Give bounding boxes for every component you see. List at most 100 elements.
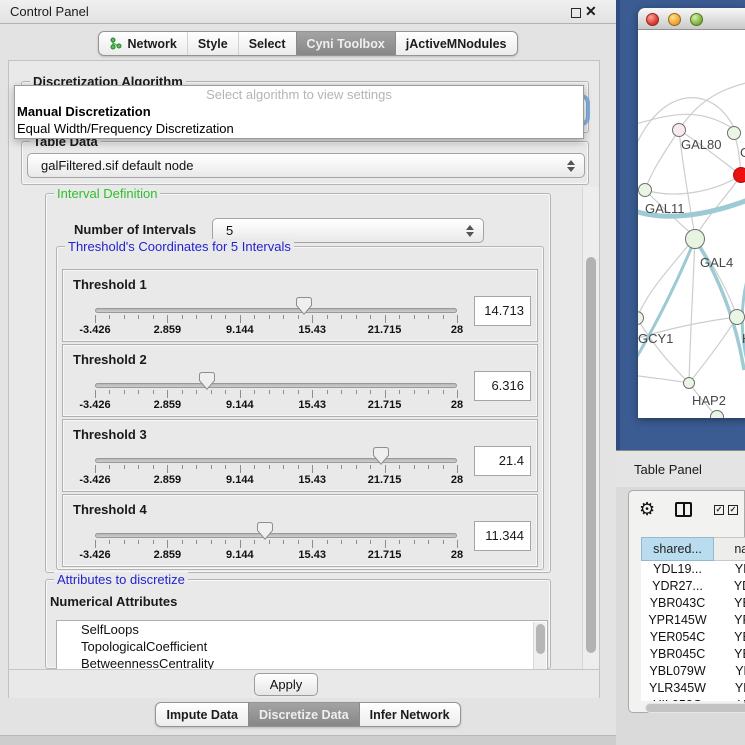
table-row[interactable]: YBR043CYBR0 — [641, 595, 745, 612]
slider-handle[interactable] — [373, 447, 389, 465]
tab-cyni-toolbox[interactable]: Cyni Toolbox — [296, 32, 395, 55]
tab-select[interactable]: Select — [238, 32, 296, 55]
list-item[interactable]: SelfLoops — [57, 621, 547, 638]
column-header-shared-name[interactable]: shared... — [641, 537, 714, 561]
slider-tick — [167, 465, 168, 473]
network-canvas[interactable]: GAL80GACGAL11GAL4GCY1HHAP2 — [638, 30, 745, 418]
network-node[interactable] — [733, 167, 745, 183]
algorithm-option-equal-width[interactable]: Equal Width/Frequency Discretization — [15, 120, 583, 137]
column-header-name[interactable]: name — [714, 537, 745, 561]
tab-infer-network[interactable]: Infer Network — [359, 703, 460, 726]
slider-tick — [95, 465, 96, 473]
network-node[interactable] — [683, 377, 695, 389]
slider-tick — [240, 540, 241, 548]
close-icon[interactable]: ✕ — [585, 3, 597, 20]
split-column-icon[interactable] — [675, 502, 692, 517]
slider-tick — [196, 465, 197, 469]
slider-tick-label: 2.859 — [139, 399, 195, 411]
network-edges — [638, 30, 745, 418]
slider-tick-label: 9.144 — [212, 399, 268, 411]
network-node[interactable] — [638, 183, 652, 197]
tab-impute-data[interactable]: Impute Data — [156, 703, 248, 726]
threshold-2-value-field[interactable]: 6.316 — [474, 371, 531, 401]
slider-tick — [414, 390, 415, 394]
network-node-label: GAL11 — [645, 201, 685, 216]
algorithm-option-manual[interactable]: Manual Discretization — [15, 103, 583, 120]
slider-tick — [182, 315, 183, 319]
apply-button[interactable]: Apply — [254, 673, 318, 696]
slider-tick-label: -3.426 — [67, 399, 123, 411]
vertical-scrollbar-thumb[interactable] — [586, 257, 596, 653]
attributes-group: Attributes to discretize Numerical Attri… — [45, 579, 551, 669]
threshold-4-slider-track[interactable] — [95, 533, 457, 538]
threshold-1-slider-track[interactable] — [95, 308, 457, 313]
network-node[interactable] — [685, 229, 705, 249]
threshold-3-slider-track[interactable] — [95, 458, 457, 463]
minimize-traffic-icon[interactable] — [668, 13, 681, 26]
network-node[interactable] — [710, 410, 724, 418]
slider-handle[interactable] — [257, 522, 273, 540]
table-cell: YBR0 — [714, 595, 745, 612]
float-window-icon[interactable] — [571, 8, 581, 18]
horizontal-scrollbar-thumb[interactable] — [646, 704, 745, 712]
slider-tick — [312, 315, 313, 323]
threshold-3-value-field[interactable]: 21.4 — [474, 446, 531, 476]
network-node[interactable] — [727, 126, 741, 140]
gear-icon[interactable]: ⚙ — [639, 499, 655, 519]
table-panel-box: ⚙ ✓ ✓ shared... name YDL19...YDL1YDR27..… — [628, 490, 745, 713]
close-traffic-icon[interactable] — [646, 13, 659, 26]
tab-network[interactable]: Network — [99, 32, 186, 55]
list-scrollbar-thumb[interactable] — [536, 624, 545, 654]
slider-tick — [341, 390, 342, 394]
table-data-select[interactable]: galFiltered.sif default node — [27, 153, 585, 178]
horizontal-scrollbar[interactable] — [645, 703, 745, 713]
table-row[interactable]: YDL19...YDL1 — [641, 561, 745, 578]
slider-scale-labels: -3.4262.8599.14415.4321.71528 — [95, 324, 457, 337]
threshold-1-value-field[interactable]: 14.713 — [474, 296, 531, 326]
slider-tick — [225, 390, 226, 394]
list-item[interactable]: TopologicalCoefficient — [57, 638, 547, 655]
slider-tick — [443, 540, 444, 544]
network-window-titlebar[interactable] — [638, 8, 745, 30]
slider-tick — [312, 390, 313, 398]
table-row[interactable]: YLR345WYLR3 — [641, 680, 745, 697]
desktop-area: GAL80GACGAL11GAL4GCY1HHAP2 Table Panel ⚙… — [616, 0, 745, 745]
slider-scale-labels: -3.4262.8599.14415.4321.71528 — [95, 474, 457, 487]
network-node[interactable] — [672, 123, 686, 137]
table-row[interactable]: YBL079WYBL0 — [641, 663, 745, 680]
threshold-2-slider-track[interactable] — [95, 383, 457, 388]
threshold-4-value-field[interactable]: 11.344 — [474, 521, 531, 551]
slider-tick — [240, 390, 241, 398]
slider-tick — [240, 315, 241, 323]
zoom-traffic-icon[interactable] — [690, 13, 703, 26]
table-row[interactable]: YER054CYER0 — [641, 629, 745, 646]
panel-footer-divider — [0, 735, 616, 745]
table-cell: YER054C — [641, 629, 714, 646]
checkbox-icon[interactable]: ✓ — [714, 505, 724, 515]
slider-handle[interactable] — [296, 297, 312, 315]
threshold-2-label: Threshold 2 — [73, 352, 147, 367]
tab-jactivemnodules[interactable]: jActiveMNodules — [395, 32, 517, 55]
network-node[interactable] — [729, 309, 745, 325]
table-row[interactable]: YDR27...YDR2 — [641, 578, 745, 595]
tab-style[interactable]: Style — [187, 32, 238, 55]
top-tab-control: Network Style Select Cyni Toolbox jActiv… — [98, 31, 517, 56]
slider-tick — [124, 540, 125, 544]
checkbox-icon[interactable]: ✓ — [728, 505, 738, 515]
slider-tick — [138, 540, 139, 544]
table-row[interactable]: YBR045CYBR0 — [641, 646, 745, 663]
slider-tick — [327, 315, 328, 319]
tab-infer-network-label: Infer Network — [370, 708, 450, 722]
attributes-group-title: Attributes to discretize — [54, 572, 188, 587]
slider-tick — [254, 390, 255, 394]
table-row[interactable]: YIL052CYIL0 — [641, 697, 745, 701]
tab-discretize-data[interactable]: Discretize Data — [248, 703, 359, 726]
table-row[interactable]: YPR145WYPR1 — [641, 612, 745, 629]
vertical-scrollbar[interactable] — [582, 187, 599, 669]
slider-handle[interactable] — [199, 372, 215, 390]
slider-tick — [443, 315, 444, 319]
slider-tick — [457, 390, 458, 398]
list-scrollbar[interactable] — [533, 622, 546, 671]
slider-tick — [385, 465, 386, 473]
thresholds-group-title: Threshold's Coordinates for 5 Intervals — [65, 239, 294, 254]
